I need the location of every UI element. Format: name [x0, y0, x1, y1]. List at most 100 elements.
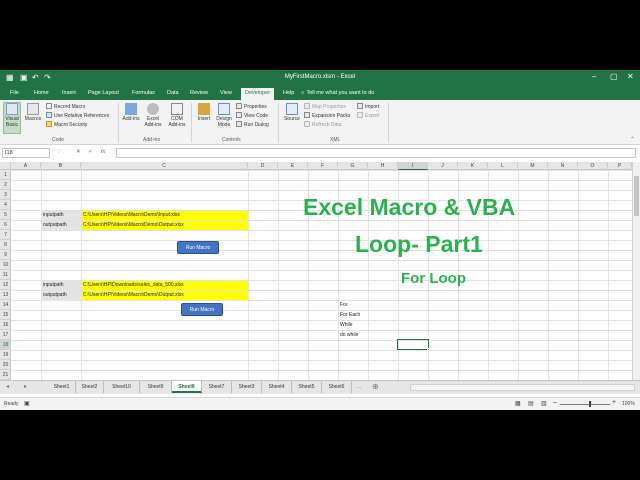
zoom-level[interactable]: 100%	[622, 401, 635, 407]
normal-view-icon[interactable]: ▦	[515, 400, 521, 407]
column-header[interactable]: N	[548, 162, 578, 170]
row-header[interactable]: 10	[0, 260, 11, 270]
record-macro-button[interactable]: Record Macro	[46, 103, 85, 111]
tab-home[interactable]: Home	[34, 90, 49, 96]
column-header[interactable]: P	[608, 162, 632, 170]
vertical-scrollbar[interactable]	[632, 162, 640, 380]
cell-g16[interactable]: While	[339, 321, 379, 330]
export-button[interactable]: Export	[357, 112, 379, 120]
row-header[interactable]: 21	[0, 370, 11, 380]
column-header[interactable]: J	[428, 162, 458, 170]
column-header[interactable]: O	[578, 162, 608, 170]
tab-data[interactable]: Data	[167, 90, 179, 96]
cell-c13[interactable]: C:\Users\HP\Videos\Macro\Demo\Output.xls…	[82, 291, 248, 300]
tab-view[interactable]: View	[220, 90, 232, 96]
row-header[interactable]: 9	[0, 250, 11, 260]
macro-recording-icon[interactable]: ▣	[24, 400, 30, 407]
sheet-tab[interactable]: Sheet7	[202, 381, 232, 393]
row-header[interactable]: 5	[0, 210, 11, 220]
tab-page-layout[interactable]: Page Layout	[88, 90, 119, 96]
cell-b13[interactable]: outputpath	[42, 291, 81, 300]
tab-developer[interactable]: Developer	[241, 88, 275, 100]
run-macro-button-2[interactable]: Run Macro	[181, 303, 223, 316]
sheet-tab[interactable]: Sheet3	[232, 381, 262, 393]
sheet-tab[interactable]: Sheet6	[322, 381, 352, 393]
run-dialog-button[interactable]: Run Dialog	[236, 121, 269, 129]
sheet-tab[interactable]: Sheet5	[292, 381, 322, 393]
view-code-button[interactable]: View Code	[236, 112, 268, 120]
sheet-tab[interactable]: Sheet10	[104, 381, 140, 393]
sheet-tab[interactable]: Sheet4	[262, 381, 292, 393]
column-header[interactable]: M	[518, 162, 548, 170]
excel-addins-button[interactable]: Excel Add-ins	[142, 103, 164, 128]
page-layout-view-icon[interactable]: ▤	[528, 400, 534, 407]
row-header[interactable]: 17	[0, 330, 11, 340]
close-icon[interactable]: ✕	[627, 72, 634, 81]
row-header[interactable]: 11	[0, 270, 11, 280]
cell-b5[interactable]: inputpath	[42, 211, 81, 220]
column-header[interactable]: G	[338, 162, 368, 170]
source-button[interactable]: Source	[282, 103, 302, 122]
cell-b6[interactable]: outputpath	[42, 221, 81, 230]
tab-help[interactable]: Help	[283, 90, 294, 96]
import-button[interactable]: Import	[357, 103, 379, 111]
cell-b12[interactable]: inputpath	[42, 281, 81, 290]
sheet-tab-active[interactable]: Sheet8	[172, 381, 202, 393]
macros-button[interactable]: Macros	[23, 103, 43, 122]
insert-control-button[interactable]: Insert	[195, 103, 213, 122]
select-all-corner[interactable]	[0, 162, 11, 170]
design-mode-button[interactable]: Design Mode	[214, 103, 234, 128]
map-properties-button[interactable]: Map Properties	[304, 103, 346, 111]
sheet-tab[interactable]: Sheet2	[76, 381, 104, 393]
name-box[interactable]: I18	[2, 148, 50, 158]
row-header[interactable]: 15	[0, 310, 11, 320]
cell-area[interactable]: inputpath C:\Users\HP\Videos\Macro\Demo\…	[11, 170, 632, 380]
row-header[interactable]: 12	[0, 280, 11, 290]
expansion-packs-button[interactable]: Expansion Packs	[304, 112, 350, 120]
column-header[interactable]: B	[41, 162, 81, 170]
cancel-icon[interactable]: ✕	[76, 149, 81, 155]
cell-g15[interactable]: For Each	[339, 311, 379, 320]
column-header[interactable]: H	[368, 162, 398, 170]
sheet-tab[interactable]: Sheet9	[140, 381, 172, 393]
zoom-in-icon[interactable]: +	[612, 399, 616, 406]
row-header[interactable]: 8	[0, 240, 11, 250]
column-header[interactable]: F	[308, 162, 338, 170]
cell-c6[interactable]: C:\Users\HP\Videos\Macro\Demo\Output.xls…	[82, 221, 248, 230]
row-header[interactable]: 1	[0, 170, 11, 180]
row-header-selected[interactable]: 18	[0, 340, 11, 350]
properties-button[interactable]: Properties	[236, 103, 267, 111]
tab-insert[interactable]: Insert	[62, 90, 76, 96]
row-header[interactable]: 14	[0, 300, 11, 310]
prev-sheet-icon[interactable]: ◂	[6, 381, 9, 393]
tab-formulas[interactable]: Formulas	[132, 90, 155, 96]
tab-review[interactable]: Review	[190, 90, 208, 96]
run-macro-button[interactable]: Run Macro	[177, 241, 219, 254]
cell-c12[interactable]: C:\Users\HP\Downloads\sales_data_500.xls…	[82, 281, 248, 290]
scroll-thumb[interactable]	[634, 176, 639, 216]
row-header[interactable]: 13	[0, 290, 11, 300]
com-addins-button[interactable]: COM Add-ins	[166, 103, 188, 128]
row-header[interactable]: 19	[0, 350, 11, 360]
column-header[interactable]: K	[458, 162, 488, 170]
maximize-icon[interactable]: ▢	[610, 72, 618, 81]
tab-file[interactable]: File	[10, 90, 19, 96]
visual-basic-button[interactable]: Visual Basic	[3, 102, 21, 134]
column-header[interactable]: A	[11, 162, 41, 170]
row-header[interactable]: 7	[0, 230, 11, 240]
fill-handle[interactable]	[427, 348, 430, 351]
enter-icon[interactable]: ✓	[88, 149, 93, 155]
column-header-selected[interactable]: I	[398, 162, 428, 170]
collapse-ribbon-icon[interactable]: ⌃	[630, 136, 635, 143]
zoom-slider[interactable]	[560, 404, 610, 405]
add-sheet-icon[interactable]: ⊕	[372, 381, 379, 393]
cell-g17[interactable]: do while	[339, 331, 379, 340]
cell-g14[interactable]: For	[339, 301, 379, 310]
row-header[interactable]: 16	[0, 320, 11, 330]
column-header[interactable]: L	[488, 162, 518, 170]
macro-security-button[interactable]: Macro Security	[46, 121, 87, 129]
sheet-tab[interactable]: Sheet1	[48, 381, 76, 393]
column-header[interactable]: D	[248, 162, 278, 170]
row-header[interactable]: 2	[0, 180, 11, 190]
zoom-out-icon[interactable]: –	[553, 399, 557, 406]
